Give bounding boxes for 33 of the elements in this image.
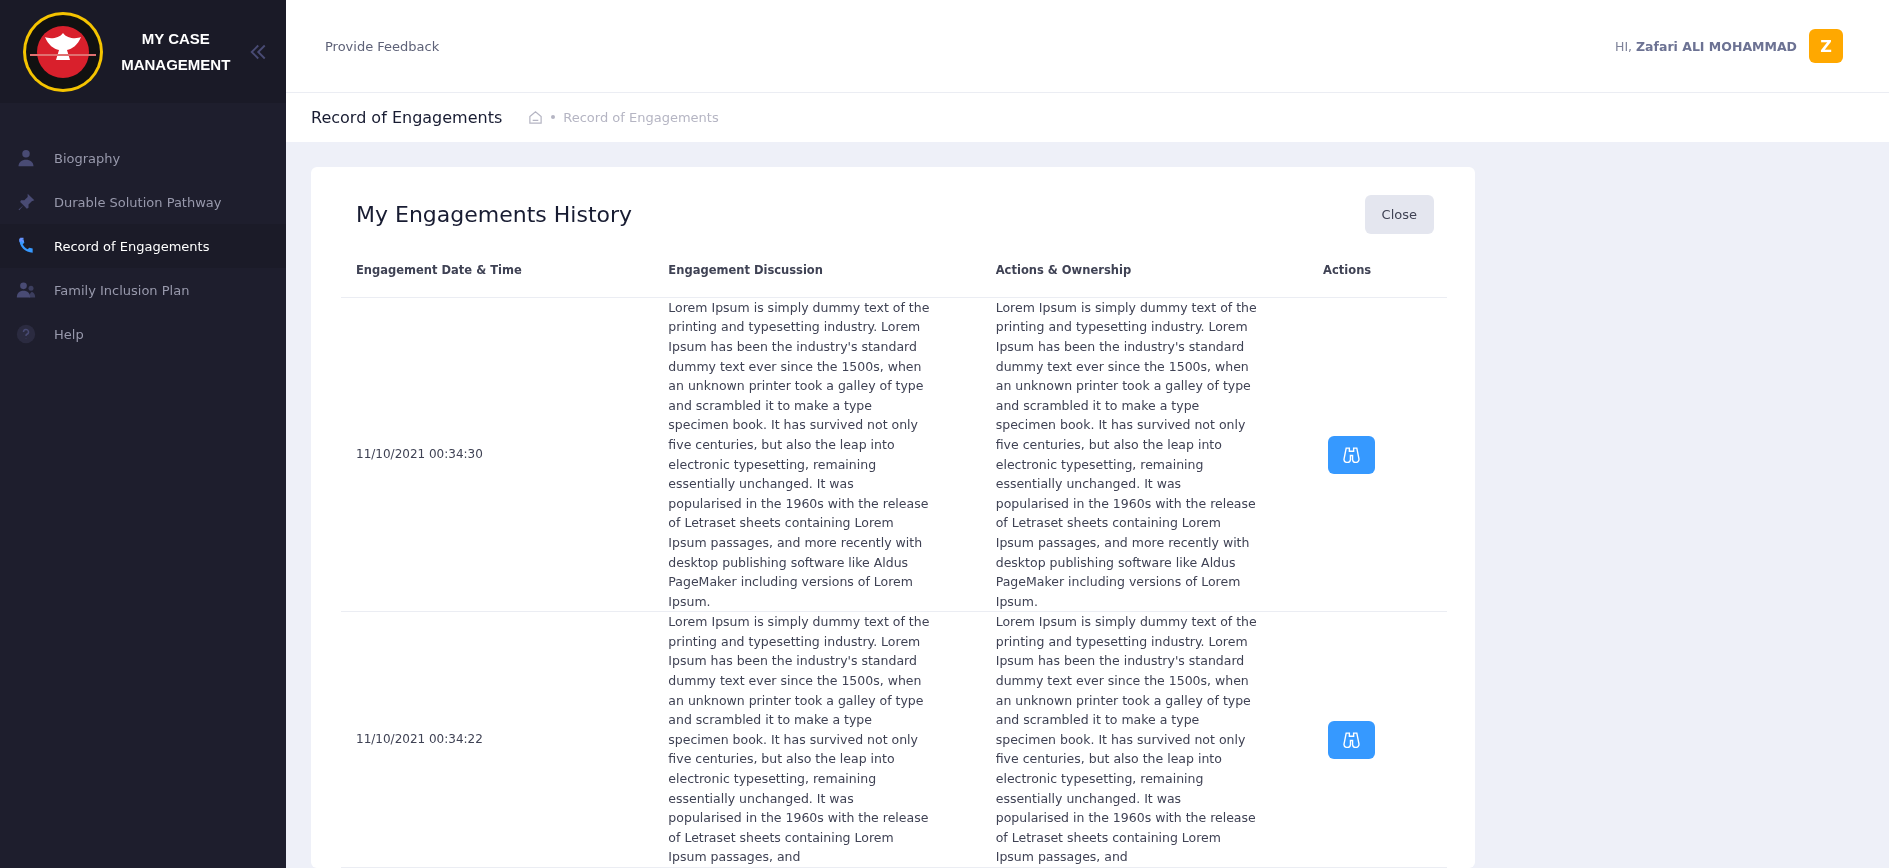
- home-icon[interactable]: [528, 109, 544, 125]
- table-cell: 11/10/2021 00:34:22: [356, 731, 483, 746]
- table-cell-text: Lorem Ipsum is simply dummy text of the printing and typesetting industry. Lorem Ipsum has been the industry's standard dummy text ever since the 1500s, when an unknown printer took a galley of type and scrambled it to make a type specimen book. It has survived not only five centuries, but also the leap into electronic typesetting, remaining essentially unchanged. It was popularised in the 1960s with the release of Letraset sheets containing Lorem Ipsum passages, and: [995, 613, 1258, 867]
- view-button[interactable]: [1328, 720, 1376, 759]
- close-button[interactable]: Close: [1364, 194, 1434, 234]
- user-greeting: HI, Zafari ALI MOHAMMAD: [1615, 38, 1797, 54]
- table-cell-text: Lorem Ipsum is simply dummy text of the printing and typesetting industry. Lorem Ipsum has been the industry's standard dummy text ever since the 1500s, when an unknown printer took a galley of type and scrambled it to make a type specimen book. It has survived not only five centuries, but also the leap into electronic typesetting, remaining essentially unchanged. It was popularised in the 1960s with the release of Letraset sheets containing Lorem Ipsum passages, and: [668, 613, 931, 867]
- column-header: Engagement Discussion: [668, 249, 996, 298]
- binoculars-icon: [1343, 446, 1361, 464]
- card-title: My Engagements History: [356, 201, 633, 227]
- column-header: Actions & Ownership: [995, 249, 1324, 298]
- table-cell: 11/10/2021 00:34:30: [356, 446, 483, 461]
- sidebar-item[interactable]: Help: [0, 312, 286, 356]
- phone-icon: [16, 236, 36, 256]
- feedback-link[interactable]: Provide Feedback: [325, 38, 440, 54]
- sidebar-item[interactable]: Record of Engagements: [0, 224, 286, 268]
- person-icon: [16, 148, 36, 168]
- sidebar-item[interactable]: Durable Solution Pathway: [0, 180, 286, 224]
- table-cell-text: Lorem Ipsum is simply dummy text of the printing and typesetting industry. Lorem Ipsum has been the industry's standard dummy text ever since the 1500s, when an unknown printer took a galley of type and scrambled it to make a type specimen book. It has survived not only five centuries, but also the leap into electronic typesetting, remaining essentially unchanged. It was popularised in the 1960s with the release of Letraset sheets containing Lorem Ipsum passages, and more recently with desktop publishing software like Aldus PageMaker including versions of Lorem Ipsum.: [995, 298, 1258, 611]
- column-header: Actions: [1323, 249, 1447, 298]
- pushpin-icon: [16, 192, 36, 212]
- brand-title: MY CASE MANAGEMENT: [120, 28, 232, 75]
- column-header: Engagement Date & Time: [341, 249, 669, 298]
- breadcrumb-separator: [551, 115, 556, 120]
- help-icon: [16, 324, 36, 344]
- sidebar-item[interactable]: Biography: [0, 136, 286, 180]
- sidebar-item[interactable]: Family Inclusion Plan: [0, 268, 286, 312]
- people-icon: [16, 280, 36, 300]
- table-cell-text: Lorem Ipsum is simply dummy text of the printing and typesetting industry. Lorem Ipsum has been the industry's standard dummy text ever since the 1500s, when an unknown printer took a galley of type and scrambled it to make a type specimen book. It has survived not only five centuries, but also the leap into electronic typesetting, remaining essentially unchanged. It was popularised in the 1960s with the release of Letraset sheets containing Lorem Ipsum passages, and more recently with desktop publishing software like Aldus PageMaker including versions of Lorem Ipsum.: [668, 298, 931, 611]
- page-title: Record of Engagements: [311, 107, 503, 127]
- binoculars-icon: [1343, 731, 1361, 749]
- logo-icon: [22, 10, 104, 93]
- view-button[interactable]: [1328, 435, 1376, 474]
